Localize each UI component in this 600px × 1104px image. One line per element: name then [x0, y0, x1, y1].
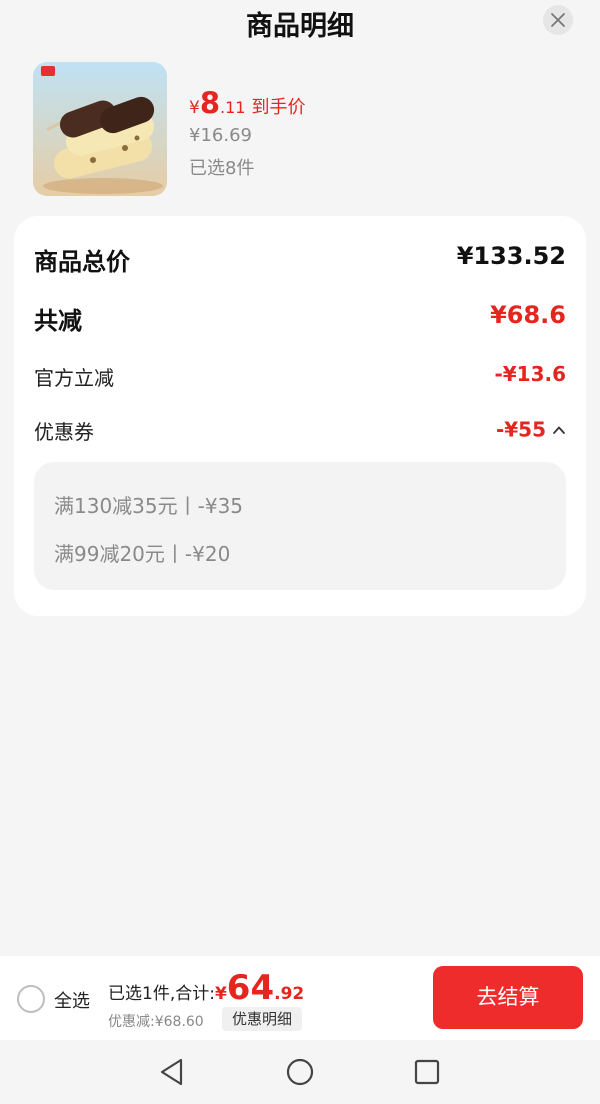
- total-value: ¥133.52: [456, 242, 566, 270]
- close-icon: [551, 13, 565, 27]
- order-total-decimal: .92: [274, 984, 305, 1004]
- price-symbol: ¥: [189, 98, 200, 118]
- product-summary: ¥8.11 到手价 ¥16.69 已选8件: [33, 62, 573, 196]
- total-label: 商品总价: [34, 248, 130, 276]
- select-all-checkbox[interactable]: [17, 985, 45, 1013]
- coupon-item: 满130减35元丨-¥35: [54, 494, 244, 518]
- price-breakdown-card: 商品总价 ¥133.52 共减 ¥68.6 官方立减 -¥13.6 优惠券 -¥…: [14, 216, 586, 616]
- coupon-item: 满99减20元丨-¥20: [54, 542, 231, 566]
- order-total-label: 已选1件,合计:: [108, 984, 215, 1004]
- select-all-label[interactable]: 全选: [54, 987, 90, 1013]
- product-image: [33, 62, 167, 196]
- discount-detail-button[interactable]: 优惠明细: [222, 1007, 303, 1031]
- order-total: 已选1件,合计:¥64.92: [108, 968, 304, 1008]
- selected-quantity: 已选8件: [189, 158, 255, 179]
- back-icon[interactable]: [158, 1057, 186, 1087]
- final-price: ¥8.11 到手价: [189, 86, 305, 120]
- coupon-detail-box: 满130减35元丨-¥35 满99减20元丨-¥20: [34, 462, 566, 590]
- chevron-up-icon[interactable]: [552, 423, 566, 437]
- close-button[interactable]: [543, 5, 573, 35]
- reduction-value: ¥68.6: [490, 301, 566, 329]
- coupon-value: -¥55: [495, 417, 546, 442]
- reduction-label: 共减: [34, 307, 82, 335]
- official-discount-value: -¥13.6: [494, 362, 566, 386]
- coupon-value-wrap[interactable]: -¥55: [496, 416, 566, 442]
- official-discount-label: 官方立减: [34, 366, 114, 390]
- checkout-bar: 全选 已选1件,合计:¥64.92 优惠减:¥68.60 优惠明细 去结算: [0, 956, 600, 1040]
- order-total-symbol: ¥: [214, 984, 227, 1004]
- home-icon[interactable]: [285, 1057, 315, 1087]
- price-decimal: .11: [220, 98, 246, 117]
- recent-apps-icon[interactable]: [413, 1057, 441, 1087]
- page-title: 商品明细: [246, 11, 354, 42]
- order-total-integer: 64: [226, 968, 275, 1008]
- price-integer: 8: [199, 86, 221, 120]
- discount-amount: 优惠减:¥68.60: [108, 1014, 204, 1030]
- header: 商品明细: [0, 0, 600, 46]
- original-price: ¥16.69: [189, 125, 252, 146]
- system-nav-bar: [0, 1040, 600, 1104]
- coupon-label: 优惠券: [34, 420, 94, 444]
- price-tag: 到手价: [251, 97, 306, 118]
- checkout-button[interactable]: 去结算: [433, 966, 583, 1029]
